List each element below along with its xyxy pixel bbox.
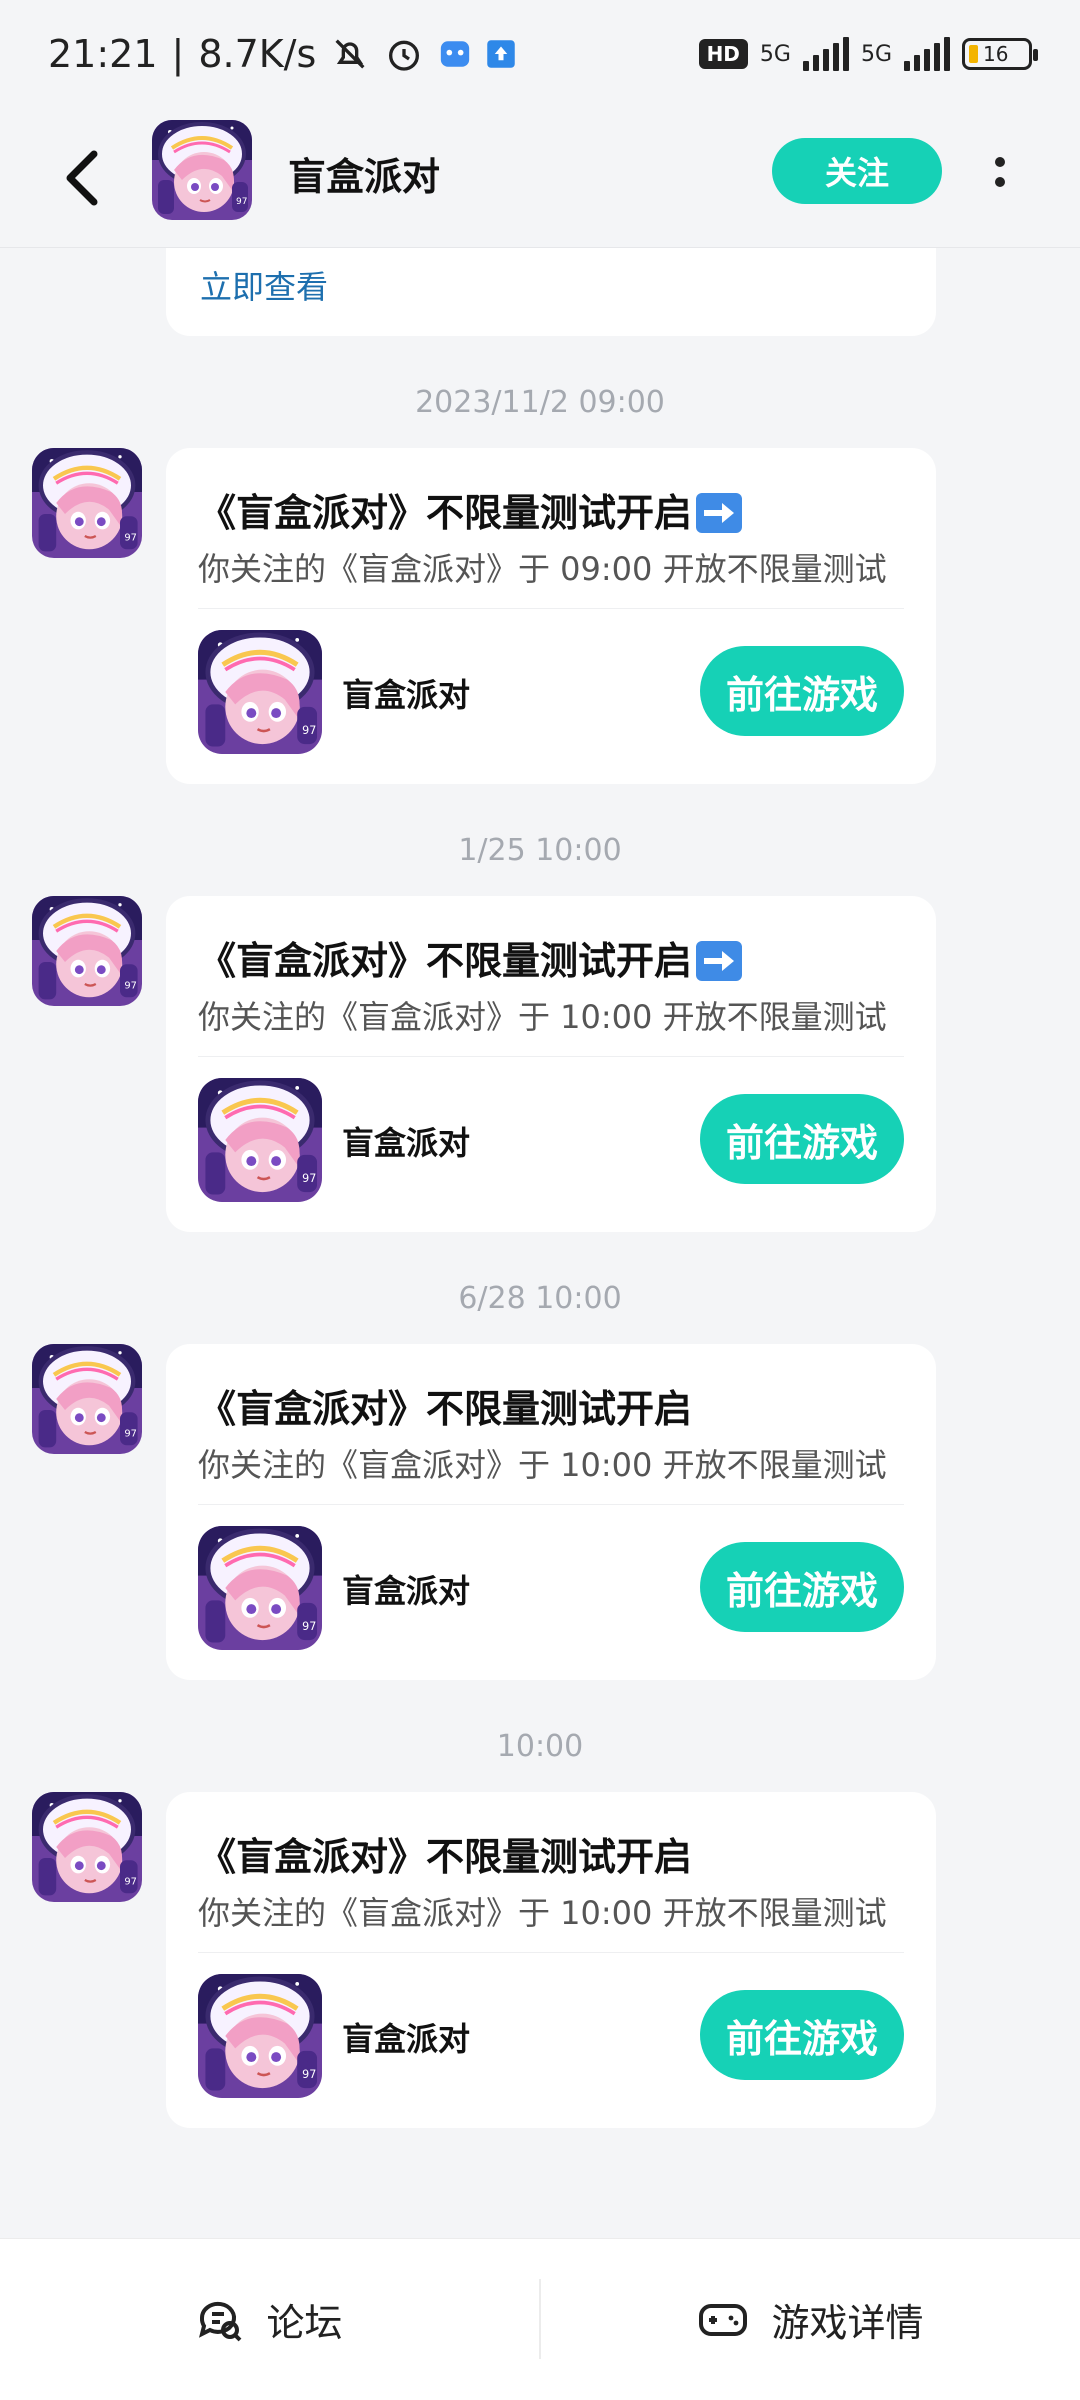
message-time: 6/28 10:00 xyxy=(458,1281,622,1316)
card-divider xyxy=(198,608,904,609)
message-card[interactable]: 《盲盒派对》不限量测试开启 你关注的《盲盒派对》于 10:00 开放不限量测试 … xyxy=(166,1344,936,1680)
app-notification-icon xyxy=(438,37,472,71)
right-arrow-emoji-icon xyxy=(696,492,743,533)
view-now-link[interactable]: 立即查看 xyxy=(200,262,328,308)
game-name: 盲盒派对 xyxy=(342,1124,471,1162)
chevron-left-icon xyxy=(66,150,98,206)
sender-avatar[interactable] xyxy=(32,1792,142,1902)
upload-notification-icon xyxy=(486,39,516,69)
game-details-tab[interactable]: 游戏详情 xyxy=(541,2239,1080,2400)
game-name: 盲盒派对 xyxy=(342,2020,471,2058)
go-to-game-button[interactable]: 前往游戏 xyxy=(700,1542,904,1632)
message-card[interactable]: 《盲盒派对》不限量测试开启 你关注的《盲盒派对》于 10:00 开放不限量测试 … xyxy=(166,896,936,1232)
message-time: 1/25 10:00 xyxy=(458,833,622,868)
message-card[interactable]: 《盲盒派对》不限量测试开启 你关注的《盲盒派对》于 10:00 开放不限量测试 … xyxy=(166,1792,936,2128)
go-to-game-button[interactable]: 前往游戏 xyxy=(700,646,904,736)
battery-level: 16 xyxy=(983,42,1009,66)
signal-icon-1 xyxy=(802,37,849,71)
game-name: 盲盒派对 xyxy=(342,1572,471,1610)
right-arrow-emoji-icon xyxy=(696,940,743,981)
follow-button[interactable]: 关注 xyxy=(772,138,942,204)
message-description: 你关注的《盲盒派对》于 10:00 开放不限量测试 xyxy=(198,1894,887,1932)
game-icon[interactable] xyxy=(198,1526,322,1650)
game-name: 盲盒派对 xyxy=(342,676,471,714)
network-type-1: 5G xyxy=(759,41,791,67)
game-details-label: 游戏详情 xyxy=(771,2301,924,2345)
message-time: 2023/11/2 09:00 xyxy=(415,385,665,420)
back-button[interactable] xyxy=(52,144,112,212)
sender-avatar[interactable] xyxy=(32,1344,142,1454)
message-title: 《盲盒派对》不限量测试开启 xyxy=(198,482,743,537)
message-card[interactable]: 《盲盒派对》不限量测试开启 你关注的《盲盒派对》于 09:00 开放不限量测试 … xyxy=(166,448,936,784)
alarm-icon xyxy=(384,34,424,74)
account-avatar[interactable] xyxy=(152,120,252,220)
bottom-action-bar: 论坛 游戏详情 xyxy=(0,2238,1080,2400)
account-title: 盲盒派对 xyxy=(288,155,441,199)
top-header: 盲盒派对 关注 xyxy=(0,108,1080,248)
go-to-game-button[interactable]: 前往游戏 xyxy=(700,1990,904,2080)
sender-avatar[interactable] xyxy=(32,448,142,558)
go-to-game-button[interactable]: 前往游戏 xyxy=(700,1094,904,1184)
card-divider xyxy=(198,1056,904,1057)
card-divider xyxy=(198,1952,904,1953)
hd-badge: HD xyxy=(698,39,748,69)
status-separator: | xyxy=(171,32,185,76)
message-description: 你关注的《盲盒派对》于 10:00 开放不限量测试 xyxy=(198,1446,887,1484)
card-divider xyxy=(198,1504,904,1505)
message-title: 《盲盒派对》不限量测试开启 xyxy=(198,1835,693,1879)
more-options-button[interactable] xyxy=(980,142,1020,202)
bell-muted-icon xyxy=(330,34,370,74)
status-bar: 21:21 | 8.7K/s HD 5G 5G 16 xyxy=(0,0,1080,108)
status-time: 21:21 xyxy=(48,32,158,76)
game-icon[interactable] xyxy=(198,1078,322,1202)
forum-tab[interactable]: 论坛 xyxy=(0,2239,539,2400)
message-title: 《盲盒派对》不限量测试开启 xyxy=(198,930,743,985)
message-title: 《盲盒派对》不限量测试开启 xyxy=(198,1387,693,1431)
battery-icon: 16 xyxy=(962,38,1038,70)
message-description: 你关注的《盲盒派对》于 09:00 开放不限量测试 xyxy=(198,550,887,588)
message-description: 你关注的《盲盒派对》于 10:00 开放不限量测试 xyxy=(198,998,887,1036)
network-type-2: 5G xyxy=(860,41,892,67)
previous-message-card: 立即查看 xyxy=(166,248,936,336)
more-dot xyxy=(995,157,1005,167)
more-dot xyxy=(995,177,1005,187)
game-icon[interactable] xyxy=(198,1974,322,2098)
signal-icon-2 xyxy=(904,37,950,71)
game-icon[interactable] xyxy=(198,630,322,754)
gamepad-icon xyxy=(699,2303,748,2336)
forum-label: 论坛 xyxy=(266,2301,343,2345)
status-net-speed: 8.7K/s xyxy=(198,32,317,76)
sender-avatar[interactable] xyxy=(32,896,142,1006)
forum-chat-icon xyxy=(199,2301,242,2341)
message-time: 10:00 xyxy=(496,1729,584,1764)
